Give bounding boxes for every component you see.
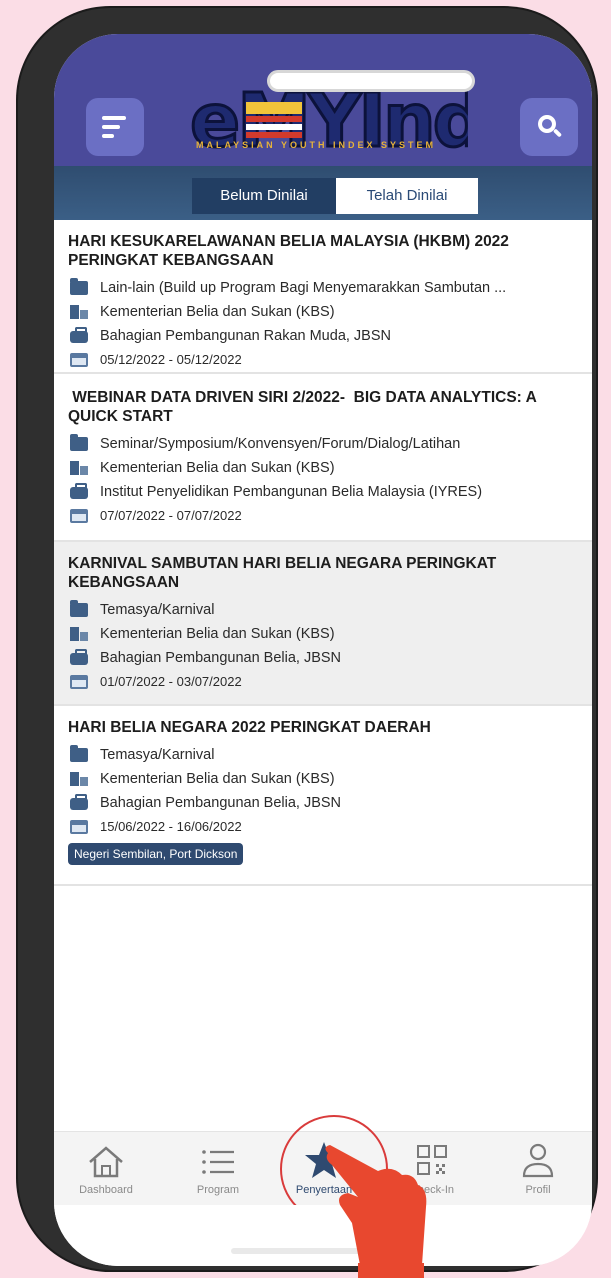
app-header: eMYInd MALAYSIAN YOUTH INDEX SYSTEM — [54, 34, 592, 166]
building-icon — [70, 461, 88, 475]
program-division: Bahagian Pembangunan Rakan Muda, JBSN — [68, 324, 578, 348]
program-ministry: Kementerian Belia dan Sukan (KBS) — [68, 456, 578, 480]
nav-dashboard[interactable]: Dashboard — [58, 1132, 154, 1206]
tab-belum-dinilai[interactable]: Belum Dinilai — [192, 178, 336, 214]
calendar-icon — [70, 509, 88, 523]
program-category: Lain-lain (Build up Program Bagi Menyema… — [68, 276, 578, 300]
folder-icon — [70, 434, 88, 451]
user-icon — [522, 1143, 554, 1178]
program-ministry: Kementerian Belia dan Sukan (KBS) — [68, 767, 578, 791]
phone-speaker — [267, 70, 475, 92]
program-date: 05/12/2022 - 05/12/2022 — [68, 348, 578, 372]
logo-flag-stripe — [246, 102, 302, 114]
nav-profil[interactable]: Profil — [490, 1132, 586, 1206]
program-title: KARNIVAL SAMBUTAN HARI BELIA NEGARA PERI… — [68, 555, 497, 591]
briefcase-icon — [70, 794, 88, 810]
phone-frame: eMYInd MALAYSIAN YOUTH INDEX SYSTEM Belu… — [18, 8, 596, 1270]
briefcase-icon — [70, 327, 88, 343]
program-division: Bahagian Pembangunan Belia, JBSN — [68, 791, 578, 815]
tab-telah-dinilai[interactable]: Telah Dinilai — [336, 178, 478, 214]
program-card[interactable]: KARNIVAL SAMBUTAN HARI BELIA NEGARA PERI… — [54, 542, 592, 706]
program-date: 15/06/2022 - 16/06/2022 — [68, 815, 578, 839]
program-card[interactable]: WEBINAR DATA DRIVEN SIRI 2/2022- BIG DAT… — [54, 374, 592, 542]
tab-bar: Belum Dinilai Telah Dinilai — [54, 166, 592, 220]
program-date: 07/07/2022 - 07/07/2022 — [68, 504, 578, 528]
logo-subtitle: MALAYSIAN YOUTH INDEX SYSTEM — [196, 140, 437, 150]
pointing-hand-icon — [325, 1145, 427, 1278]
program-card[interactable]: HARI KESUKARELAWANAN BELIA MALAYSIA (HKB… — [54, 220, 592, 374]
calendar-icon — [70, 820, 88, 834]
program-category: Temasya/Karnival — [68, 598, 578, 622]
calendar-icon — [70, 353, 88, 367]
menu-button[interactable] — [86, 98, 144, 156]
home-icon — [89, 1146, 123, 1178]
calendar-icon — [70, 675, 88, 689]
program-category: Temasya/Karnival — [68, 743, 578, 767]
program-division: Bahagian Pembangunan Belia, JBSN — [68, 646, 578, 670]
program-card[interactable]: HARI BELIA NEGARA 2022 PERINGKAT DAERAH … — [54, 706, 592, 886]
program-title: HARI BELIA NEGARA 2022 PERINGKAT DAERAH — [68, 719, 431, 736]
program-category: Seminar/Symposium/Konvensyen/Forum/Dialo… — [68, 432, 578, 456]
program-list: HARI KESUKARELAWANAN BELIA MALAYSIA (HKB… — [54, 220, 592, 886]
program-division: Institut Penyelidikan Pembangunan Belia … — [68, 480, 578, 504]
nav-program[interactable]: Program — [170, 1132, 266, 1206]
briefcase-icon — [70, 483, 88, 499]
folder-icon — [70, 278, 88, 295]
location-badge: Negeri Sembilan, Port Dickson — [68, 843, 244, 865]
program-ministry: Kementerian Belia dan Sukan (KBS) — [68, 300, 578, 324]
building-icon — [70, 627, 88, 641]
folder-icon — [70, 600, 88, 617]
search-button[interactable] — [520, 98, 578, 156]
list-icon — [202, 1150, 234, 1174]
program-title: HARI KESUKARELAWANAN BELIA MALAYSIA (HKB… — [68, 233, 509, 269]
program-date: 01/07/2022 - 03/07/2022 — [68, 670, 578, 694]
folder-icon — [70, 745, 88, 762]
app-screen: eMYInd MALAYSIAN YOUTH INDEX SYSTEM Belu… — [54, 34, 592, 1266]
hamburger-icon — [102, 116, 126, 120]
building-icon — [70, 305, 88, 319]
briefcase-icon — [70, 649, 88, 665]
building-icon — [70, 772, 88, 786]
program-ministry: Kementerian Belia dan Sukan (KBS) — [68, 622, 578, 646]
program-title: WEBINAR DATA DRIVEN SIRI 2/2022- BIG DAT… — [68, 389, 537, 425]
